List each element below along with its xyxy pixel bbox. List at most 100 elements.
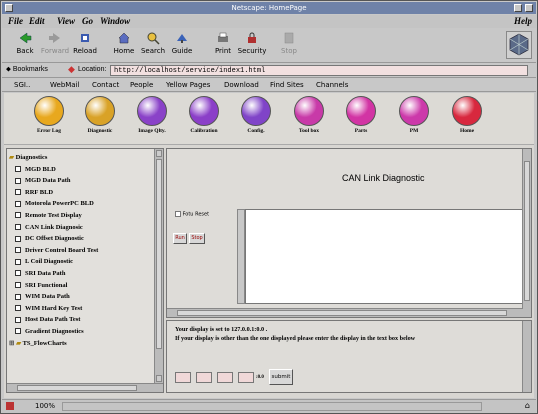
stop-diagnostic-button[interactable]: Stop: [189, 233, 205, 244]
frame-hscroll-thumb[interactable]: [177, 310, 507, 316]
menu-edit[interactable]: Edit: [29, 16, 45, 26]
tree-item-label: Motorola PowerPC BLD: [25, 200, 94, 208]
tree-item[interactable]: Host Data Path Test: [9, 314, 153, 326]
personal-item-contact[interactable]: Contact: [92, 81, 119, 89]
hscroll-thumb[interactable]: [17, 385, 137, 391]
personal-item-people[interactable]: People: [130, 81, 153, 89]
personal-item-webmail[interactable]: WebMail: [50, 81, 79, 89]
tree-item[interactable]: MGD Data Path: [9, 175, 153, 187]
minimize-button[interactable]: [514, 4, 522, 12]
status-bar: 100% ⌂: [2, 399, 536, 413]
scroll-down-arrow[interactable]: [156, 375, 162, 382]
nav-tool-box[interactable]: Tool box: [285, 96, 333, 134]
tree-item[interactable]: Driver Control Board Test: [9, 245, 153, 257]
tree-root[interactable]: ▰ Diagnostics: [9, 152, 153, 164]
diagnostic-output-textarea[interactable]: [245, 209, 523, 304]
stop-button[interactable]: Stop: [272, 31, 306, 55]
printer-icon: [218, 32, 228, 42]
scroll-thumb[interactable]: [156, 159, 162, 349]
menu-file[interactable]: File: [8, 16, 23, 26]
nav-home[interactable]: Home: [443, 96, 491, 134]
personal-toolbar: SGI.. WebMail Contact People Yellow Page…: [2, 79, 536, 92]
config-icon: [241, 96, 271, 126]
personal-item-download[interactable]: Download: [224, 81, 259, 89]
display-frame-scrollbar[interactable]: [522, 321, 531, 392]
scroll-up-arrow[interactable]: [156, 150, 162, 157]
back-label: Back: [16, 47, 34, 55]
forward-button[interactable]: Forward: [38, 31, 72, 55]
document-icon: [15, 224, 21, 231]
tree-item[interactable]: DC Offset Diagnostic: [9, 233, 153, 245]
reset-checkbox-row[interactable]: Fotu Reset: [175, 211, 209, 218]
run-button[interactable]: Run: [173, 233, 187, 244]
home-nav-icon: [452, 96, 482, 126]
tool-box-icon: [294, 96, 324, 126]
personal-item-sgi[interactable]: SGI..: [14, 81, 30, 89]
security-status-icon[interactable]: [6, 402, 14, 410]
back-button[interactable]: Back: [8, 31, 42, 55]
display-octet-1-input[interactable]: [175, 372, 191, 383]
menu-bar: File Edit View Go Window Help: [2, 15, 536, 28]
menu-window[interactable]: Window: [100, 16, 130, 26]
menu-view[interactable]: View: [57, 16, 75, 26]
nav-pm[interactable]: PM: [390, 96, 438, 134]
window-title: Netscape: HomePage: [231, 4, 307, 12]
tree-item[interactable]: L Coil Diagnostic: [9, 256, 153, 268]
nav-calibration[interactable]: Calibration: [180, 96, 228, 134]
tree-item-label: L Coil Diagnostic: [25, 258, 74, 266]
display-setting-frame: Your display is set to 127.0.0.1:0.0 . I…: [166, 320, 532, 393]
page-proxy-icon[interactable]: ◆: [68, 64, 75, 75]
bookmarks-button[interactable]: ⬥ Bookmarks: [6, 66, 48, 74]
tree-item[interactable]: WIM Data Path: [9, 291, 153, 303]
tree-item[interactable]: Motorola PowerPC BLD: [9, 198, 153, 210]
image-quality-icon: [137, 96, 167, 126]
menu-go[interactable]: Go: [82, 16, 93, 26]
tree-vertical-scrollbar[interactable]: [154, 149, 163, 392]
tree-item[interactable]: RRF BLD: [9, 187, 153, 199]
nav-diagnostic[interactable]: Diagnostic: [76, 96, 124, 134]
guide-button[interactable]: Guide: [165, 31, 199, 55]
tree-folder-label: TS_FlowCharts: [22, 339, 67, 347]
tree-item[interactable]: CAN Link Diagnosic: [9, 222, 153, 234]
reload-button[interactable]: Reload: [68, 31, 102, 55]
frame-scroll-thumb[interactable]: [524, 161, 530, 301]
tree-folder[interactable]: ⊞ ▰ TS_FlowCharts: [9, 338, 153, 350]
tree-item[interactable]: SRI Data Path: [9, 268, 153, 280]
personal-item-yellow-pages[interactable]: Yellow Pages: [166, 81, 210, 89]
tree-horizontal-scrollbar[interactable]: [7, 383, 163, 392]
nav-error-log[interactable]: Error Log: [25, 96, 73, 134]
component-bar-icon[interactable]: ⌂: [525, 401, 530, 410]
document-icon: [15, 177, 21, 184]
diagnostics-tree-pane: ▰ Diagnostics MGD BLD MGD Data Path RRF BL…: [6, 148, 164, 393]
frame-horizontal-scrollbar[interactable]: [167, 308, 523, 317]
tree-item[interactable]: MGD BLD: [9, 164, 153, 176]
tree-item-label: MGD BLD: [25, 165, 56, 173]
tree-item-label: CAN Link Diagnosic: [25, 223, 83, 231]
maximize-button[interactable]: [525, 4, 533, 12]
display-octet-2-input[interactable]: [196, 372, 212, 383]
tree-item[interactable]: Remote Test Display: [9, 210, 153, 222]
location-input[interactable]: http://localhost/service/index1.html: [110, 65, 528, 76]
tree-item[interactable]: SRI Functional: [9, 280, 153, 292]
frame-vertical-scrollbar[interactable]: [522, 149, 531, 317]
security-button[interactable]: Security: [235, 31, 269, 55]
nav-parts[interactable]: Parts: [337, 96, 385, 134]
nav-config[interactable]: Config.: [232, 96, 280, 134]
output-left-scrollbar[interactable]: [237, 209, 245, 304]
display-octet-4-input[interactable]: [238, 372, 254, 383]
menu-help[interactable]: Help: [514, 16, 532, 26]
nav-image-quality[interactable]: Image Qlty.: [128, 96, 176, 134]
reset-checkbox[interactable]: [175, 211, 181, 217]
expand-icon[interactable]: ⊞: [9, 340, 14, 347]
tree-item-label: RRF BLD: [25, 188, 54, 196]
display-octet-3-input[interactable]: [217, 372, 233, 383]
tree-item[interactable]: Gradient Diagnostics: [9, 326, 153, 338]
guide-icon: [177, 34, 187, 43]
personal-item-channels[interactable]: Channels: [316, 81, 348, 89]
submit-button[interactable]: submit: [269, 369, 293, 385]
home-label: Home: [113, 47, 135, 55]
personal-item-find-sites[interactable]: Find Sites: [270, 81, 304, 89]
reload-icon: [81, 34, 89, 42]
window-menu-button[interactable]: [5, 4, 13, 12]
tree-item[interactable]: WIM Hard Key Test: [9, 303, 153, 315]
